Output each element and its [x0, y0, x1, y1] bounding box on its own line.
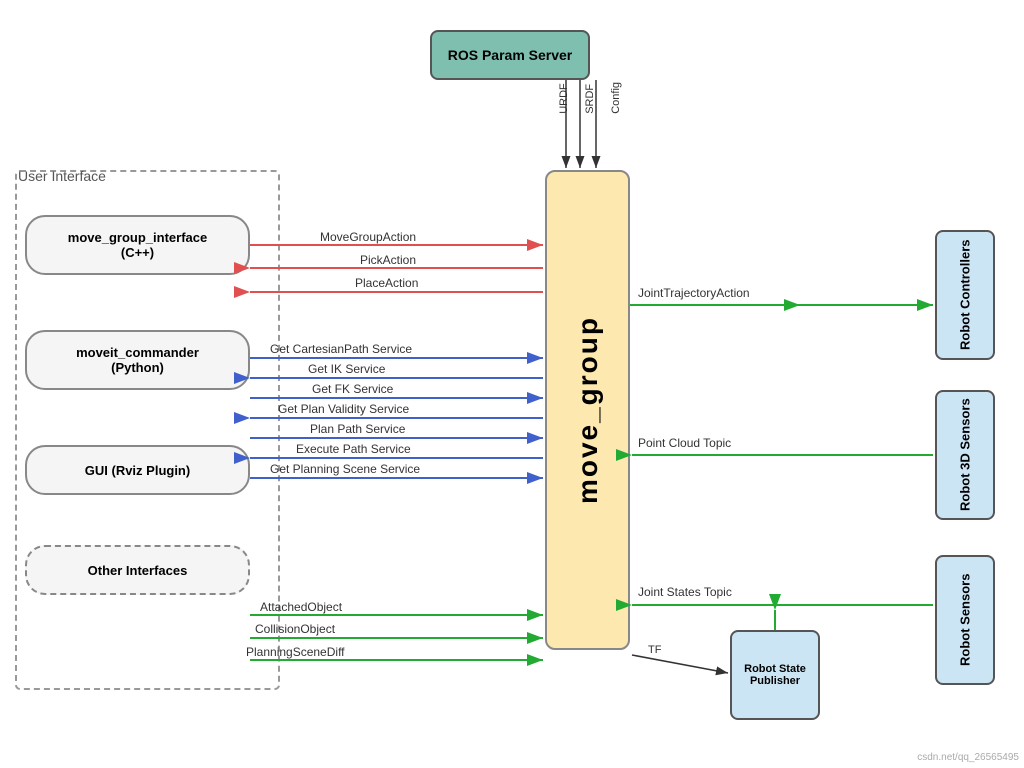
move-group-box: move_group — [545, 170, 630, 650]
robot-controllers-box: Robot Controllers — [935, 230, 995, 360]
execute-path-label: Execute Path Service — [296, 442, 411, 456]
srdf-label: SRDF — [584, 82, 596, 114]
get-fk-label: Get FK Service — [312, 382, 393, 396]
robot-sensors-box: Robot Sensors — [935, 555, 995, 685]
user-interface-label: User Interface — [18, 168, 106, 184]
watermark: csdn.net/qq_26565495 — [917, 752, 1019, 763]
moveit-commander-box: moveit_commander (Python) — [25, 330, 250, 390]
plan-path-label: Plan Path Service — [310, 422, 405, 436]
config-label: Config — [610, 82, 622, 114]
move-group-action-label: MoveGroupAction — [320, 230, 416, 244]
cartesian-path-label: Get CartesianPath Service — [270, 342, 412, 356]
planning-scene-label: Get Planning Scene Service — [270, 462, 420, 476]
plan-validity-label: Get Plan Validity Service — [278, 402, 409, 416]
ros-param-server: ROS Param Server — [430, 30, 590, 80]
urdf-label: URDF — [558, 82, 570, 114]
other-interfaces-box: Other Interfaces — [25, 545, 250, 595]
joint-trajectory-label: JointTrajectoryAction — [638, 286, 750, 300]
collision-object-label: CollisionObject — [255, 622, 335, 636]
move-group-interface-box: move_group_interface (C++) — [25, 215, 250, 275]
planning-scene-diff-label: PlanningSceneDiff — [246, 645, 345, 659]
tf-label: TF — [648, 644, 661, 656]
move-group-label: move_group — [572, 316, 604, 504]
get-ik-label: Get IK Service — [308, 362, 385, 376]
robot-3d-sensors-box: Robot 3D Sensors — [935, 390, 995, 520]
robot-state-publisher-box: Robot State Publisher — [730, 630, 820, 720]
attached-object-label: AttachedObject — [260, 600, 342, 614]
param-labels: URDF SRDF Config — [558, 82, 622, 114]
pick-action-label: PickAction — [360, 253, 416, 267]
joint-states-label: Joint States Topic — [638, 585, 732, 599]
architecture-diagram: ROS Param Server URDF SRDF Config User I… — [0, 0, 1024, 768]
gui-box: GUI (Rviz Plugin) — [25, 445, 250, 495]
point-cloud-label: Point Cloud Topic — [638, 436, 731, 450]
place-action-label: PlaceAction — [355, 276, 418, 290]
